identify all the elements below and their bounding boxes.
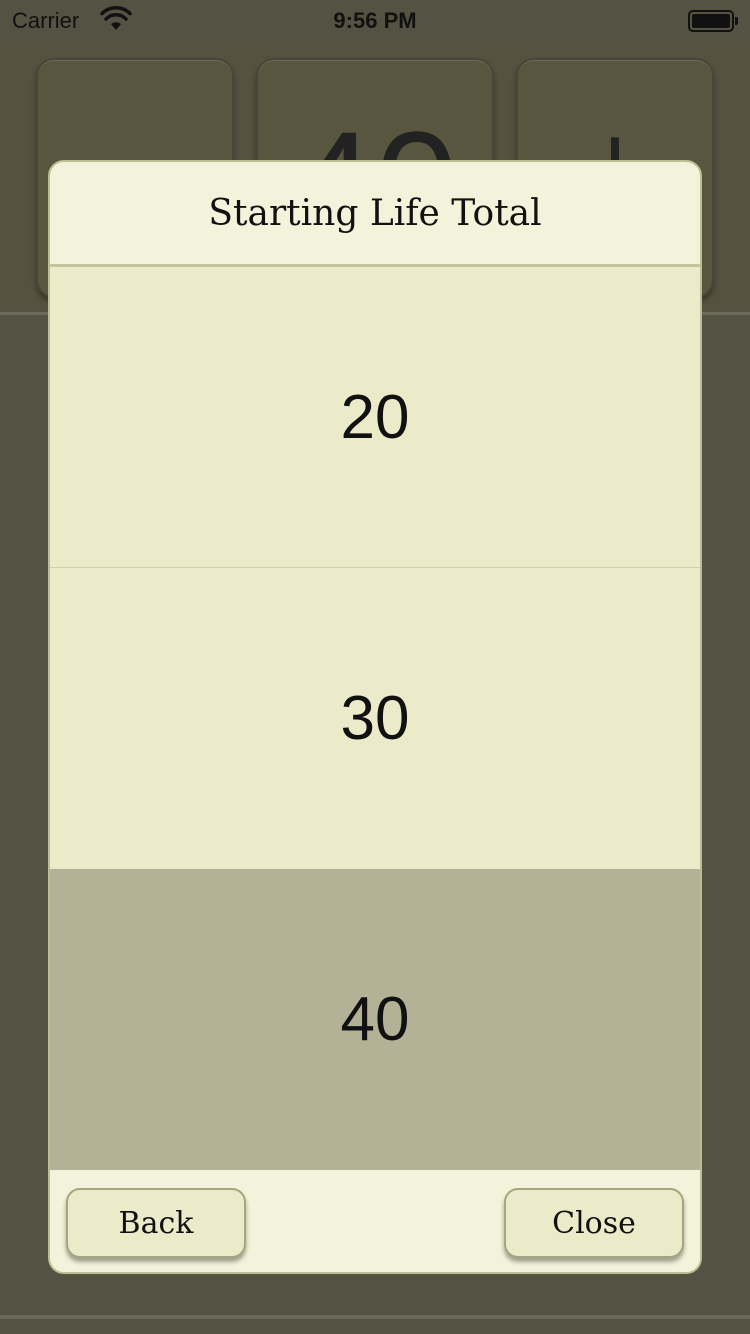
- option-label: 30: [340, 684, 410, 753]
- option-label: 20: [340, 382, 410, 452]
- battery-icon: [688, 10, 738, 32]
- bottom-divider: [0, 1315, 750, 1319]
- option-30[interactable]: 30: [50, 568, 700, 869]
- status-bar: Carrier 9:56 PM: [0, 0, 750, 40]
- close-button[interactable]: Close: [504, 1188, 684, 1258]
- option-label: 40: [340, 985, 410, 1054]
- option-40-selected[interactable]: 40: [50, 869, 700, 1170]
- starting-life-total-dialog: Starting Life Total 20 30 40 Back Close: [48, 160, 702, 1274]
- option-20[interactable]: 20: [50, 267, 700, 568]
- dialog-title: Starting Life Total: [208, 192, 542, 234]
- status-time: 9:56 PM: [333, 8, 417, 33]
- back-button[interactable]: Back: [66, 1188, 246, 1258]
- dialog-header: Starting Life Total: [50, 162, 700, 267]
- dialog-footer: Back Close: [50, 1172, 700, 1272]
